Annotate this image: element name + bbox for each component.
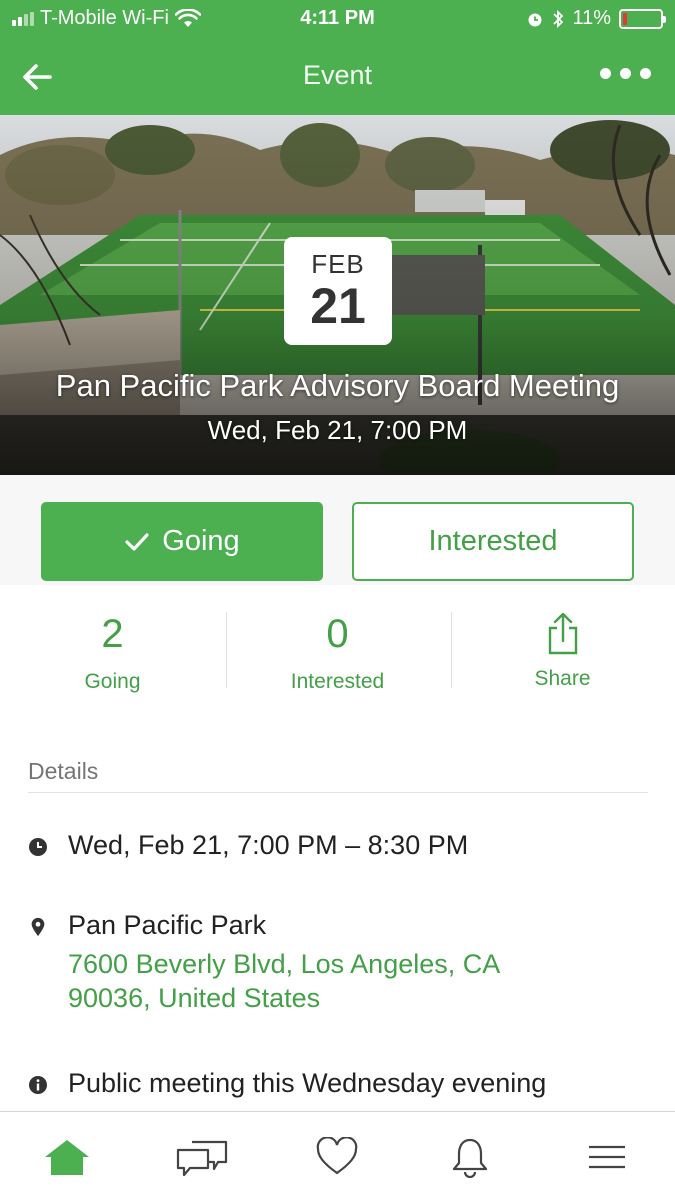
event-datetime: Wed, Feb 21, 7:00 PM [207, 415, 468, 445]
location-name: Pan Pacific Park [68, 910, 267, 940]
event-stats: 2 Going 0 Interested Share [0, 600, 675, 700]
address-line-1: 7600 Beverly Blvd, Los Angeles, CA [68, 949, 501, 979]
nav-notifications[interactable] [440, 1134, 500, 1180]
detail-time-row: Wed, Feb 21, 7:00 PM – 8:30 PM [28, 830, 468, 861]
event-hero: FEB 21 Pan Pacific Park Advisory Board M… [0, 115, 675, 475]
share-label: Share [534, 667, 591, 690]
alarm-icon [528, 13, 542, 26]
app-header: Event [0, 38, 675, 115]
share-stat[interactable]: Share [450, 612, 675, 691]
share-icon [548, 612, 577, 655]
checkmark-icon [125, 532, 149, 551]
location-block: Pan Pacific Park 7600 Beverly Blvd, Los … [68, 910, 500, 1015]
menu-icon [589, 1145, 625, 1169]
interested-stat-label: Interested [290, 670, 385, 693]
status-right: 11% [526, 7, 666, 30]
home-icon [45, 1140, 89, 1175]
battery-level [623, 12, 627, 25]
interested-button[interactable]: Interested [352, 502, 634, 581]
nav-menu[interactable] [577, 1134, 637, 1180]
event-day: 21 [310, 278, 366, 334]
address-link[interactable]: 7600 Beverly Blvd, Los Angeles, CA 90036… [68, 947, 500, 1015]
bottom-nav [0, 1111, 675, 1200]
event-month: FEB [311, 249, 365, 279]
interested-count: 0 [326, 612, 349, 656]
details-heading: Details [28, 758, 99, 784]
rsvp-bar: Going Interested [0, 475, 675, 585]
info-icon [29, 1076, 47, 1094]
interested-button-label: Interested [428, 525, 558, 557]
page-title: Event [302, 60, 373, 90]
detail-location-row: Pan Pacific Park 7600 Beverly Blvd, Los … [28, 910, 500, 1015]
event-date-card: FEB 21 [284, 237, 392, 345]
details-divider [28, 792, 648, 793]
detail-description-row: Public meeting this Wednesday evening [28, 1068, 546, 1099]
going-button[interactable]: Going [41, 502, 323, 581]
going-stat-label: Going [84, 670, 141, 693]
bluetooth-icon [553, 9, 564, 28]
battery-icon [619, 8, 666, 29]
nav-home[interactable] [37, 1134, 97, 1180]
status-bar: T-Mobile Wi-Fi 4:11 PM 11% [0, 0, 675, 38]
more-options-icon[interactable] [600, 68, 651, 79]
going-count: 2 [101, 612, 124, 656]
battery-percent: 11% [572, 7, 611, 29]
detail-time-range: Wed, Feb 21, 7:00 PM – 8:30 PM [68, 830, 469, 860]
clock-icon [29, 838, 47, 856]
going-stat[interactable]: 2 Going [0, 612, 225, 694]
interested-stat[interactable]: 0 Interested [225, 612, 450, 694]
heart-icon [316, 1137, 358, 1175]
event-title: Pan Pacific Park Advisory Board Meeting [55, 368, 620, 403]
detail-description: Public meeting this Wednesday evening [68, 1068, 547, 1098]
nav-messages[interactable] [172, 1134, 232, 1180]
location-pin-icon [31, 917, 45, 937]
bell-icon [452, 1138, 488, 1178]
going-button-label: Going [162, 525, 240, 557]
address-line-2: 90036, United States [68, 983, 321, 1013]
chat-icon [176, 1140, 228, 1177]
nav-favorites[interactable] [307, 1134, 367, 1180]
